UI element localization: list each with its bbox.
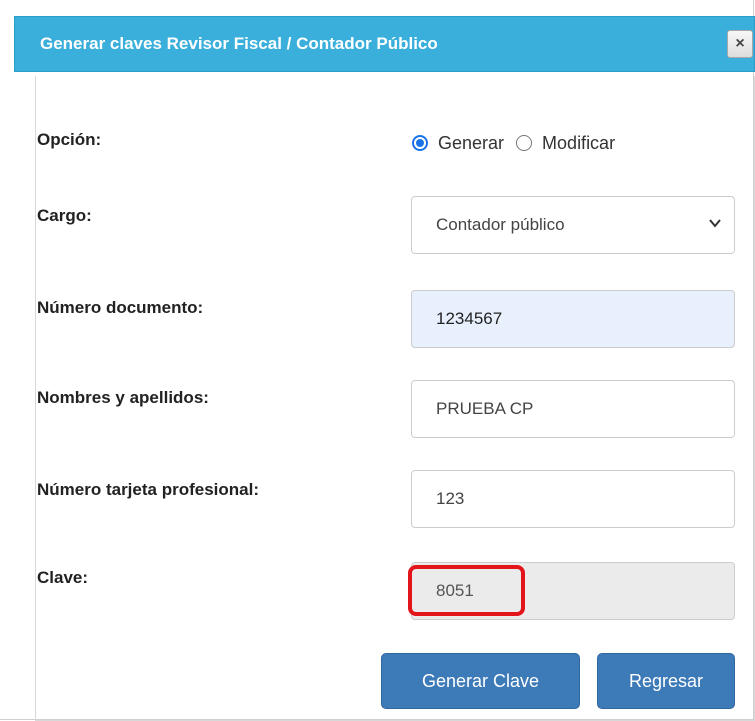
dialog-header: Generar claves Revisor Fiscal / Contador…: [14, 16, 755, 72]
nombres-label: Nombres y apellidos:: [37, 388, 209, 407]
chevron-down-icon: [709, 219, 721, 228]
radio-generar[interactable]: [412, 135, 428, 151]
radio-modificar-label[interactable]: Modificar: [542, 133, 615, 154]
cargo-select-value: Contador público: [436, 215, 565, 234]
close-icon: ×: [735, 35, 745, 52]
close-button[interactable]: ×: [727, 30, 753, 58]
documento-label: Número documento:: [37, 298, 204, 317]
radio-modificar[interactable]: [516, 135, 533, 151]
option-label: Opción:: [37, 130, 102, 149]
documento-input[interactable]: 1234567: [411, 290, 735, 348]
option-radio-group: Generar Modificar: [412, 130, 627, 156]
radio-generar-label[interactable]: Generar: [438, 133, 504, 154]
cargo-label: Cargo:: [37, 206, 92, 225]
regresar-button[interactable]: Regresar: [597, 653, 735, 709]
tarjeta-label: Número tarjeta profesional:: [37, 480, 259, 499]
generar-clave-button[interactable]: Generar Clave: [381, 653, 580, 709]
tarjeta-value: 123: [436, 489, 465, 508]
nombres-input[interactable]: PRUEBA CP: [411, 380, 735, 438]
dialog-title: Generar claves Revisor Fiscal / Contador…: [40, 34, 438, 53]
cargo-select[interactable]: Contador público: [411, 196, 735, 254]
clave-label: Clave:: [37, 568, 89, 587]
tarjeta-input[interactable]: 123: [411, 470, 735, 528]
documento-value: 1234567: [436, 309, 503, 328]
highlight-box: [408, 565, 525, 616]
nombres-value: PRUEBA CP: [436, 399, 534, 418]
